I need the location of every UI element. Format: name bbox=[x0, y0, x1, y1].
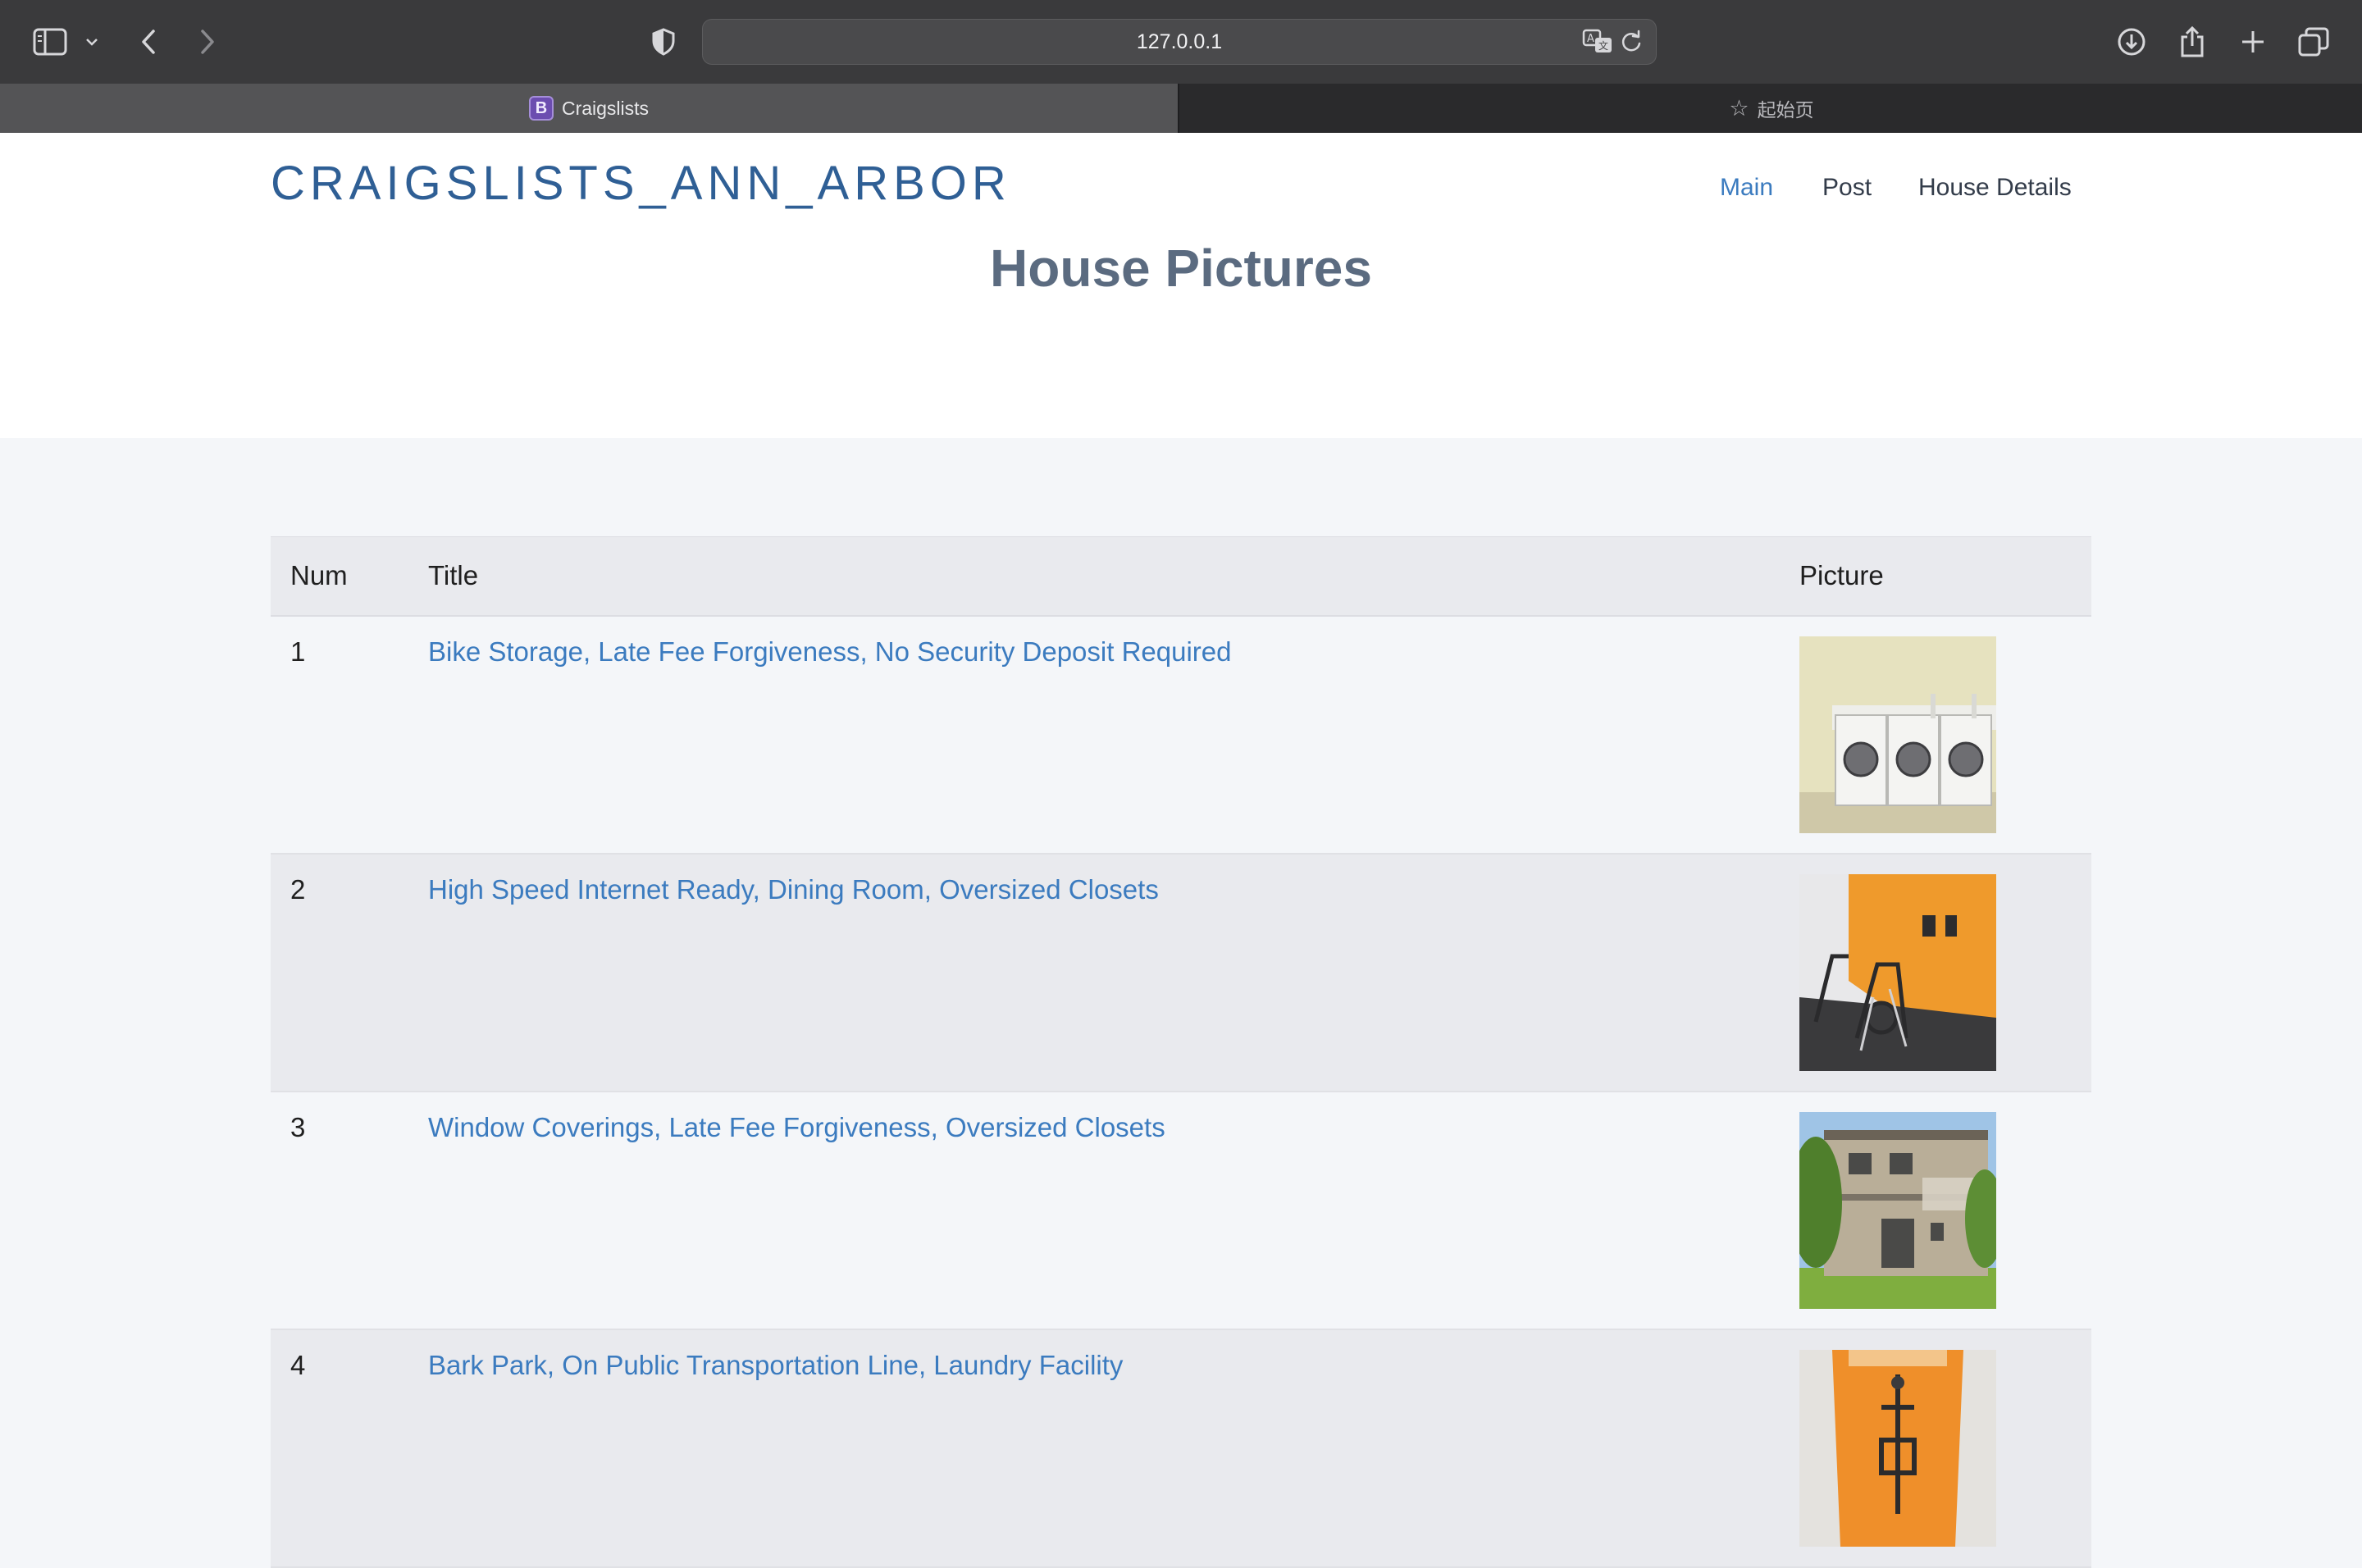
reload-icon[interactable] bbox=[1620, 30, 1644, 54]
table-row: 2 High Speed Internet Ready, Dining Room… bbox=[271, 853, 2091, 1092]
table-row: 4 Bark Park, On Public Transportation Li… bbox=[271, 1329, 2091, 1568]
row-title-cell: Bike Storage, Late Fee Forgiveness, No S… bbox=[408, 615, 1780, 855]
new-tab-plus-icon[interactable] bbox=[2232, 21, 2273, 62]
page-title: House Pictures bbox=[990, 239, 1372, 298]
row-num: 4 bbox=[271, 1329, 408, 1568]
privacy-shield-icon[interactable] bbox=[643, 21, 684, 62]
tab-craigslists[interactable]: B Craigslists bbox=[0, 84, 1179, 133]
star-icon: ☆ bbox=[1729, 95, 1749, 121]
nav-house-details[interactable]: House Details bbox=[1918, 174, 2072, 202]
listing-title-link[interactable]: Bike Storage, Late Fee Forgiveness, No S… bbox=[428, 636, 1232, 667]
row-num: 2 bbox=[271, 853, 408, 1092]
table-header-row: Num Title Picture bbox=[271, 536, 2091, 617]
svg-text:A: A bbox=[1587, 33, 1594, 45]
fitness-room-photo[interactable] bbox=[1799, 873, 1996, 1071]
row-picture-cell bbox=[1780, 853, 2091, 1092]
row-title-cell: Window Coverings, Late Fee Forgiveness, … bbox=[408, 1091, 1780, 1330]
translate-icon[interactable]: A文 bbox=[1582, 28, 1615, 57]
laundry-room-photo[interactable] bbox=[1799, 636, 1996, 833]
download-icon[interactable] bbox=[2111, 21, 2152, 62]
column-header-picture: Picture bbox=[1780, 536, 2091, 617]
url-text: 127.0.0.1 bbox=[1136, 30, 1223, 53]
row-picture-cell bbox=[1780, 1329, 2091, 1568]
forward-arrow-icon[interactable] bbox=[187, 21, 228, 62]
table-row: 1 Bike Storage, Late Fee Forgiveness, No… bbox=[271, 615, 2091, 855]
page-content: CRAIGSLISTS_ANN_ARBOR Main Post House De… bbox=[0, 133, 2362, 1568]
tab-start-page[interactable]: ☆ 起始页 bbox=[1181, 84, 2362, 133]
row-title-cell: Bark Park, On Public Transportation Line… bbox=[408, 1329, 1780, 1568]
row-picture-cell bbox=[1780, 1091, 2091, 1330]
listing-title-link[interactable]: Bark Park, On Public Transportation Line… bbox=[428, 1350, 1123, 1380]
nav-post[interactable]: Post bbox=[1822, 174, 1872, 202]
row-picture-cell bbox=[1780, 615, 2091, 855]
row-title-cell: High Speed Internet Ready, Dining Room, … bbox=[408, 853, 1780, 1092]
tab-label: Craigslists bbox=[561, 97, 650, 119]
column-header-title: Title bbox=[408, 536, 1780, 617]
site-brand-link[interactable]: CRAIGSLISTS_ANN_ARBOR bbox=[271, 156, 1011, 211]
listing-title-link[interactable]: High Speed Internet Ready, Dining Room, … bbox=[428, 874, 1159, 905]
site-header: CRAIGSLISTS_ANN_ARBOR Main Post House De… bbox=[0, 133, 2362, 438]
row-num: 3 bbox=[271, 1091, 408, 1330]
share-icon[interactable] bbox=[2172, 21, 2213, 62]
column-header-num: Num bbox=[271, 536, 408, 617]
svg-text:文: 文 bbox=[1598, 39, 1608, 52]
browser-toolbar: 127.0.0.1 A文 bbox=[0, 0, 2362, 84]
sidebar-toggle-icon[interactable] bbox=[30, 21, 71, 62]
bootstrap-favicon-icon: B bbox=[528, 96, 554, 121]
row-num: 1 bbox=[271, 615, 408, 855]
back-arrow-icon[interactable] bbox=[128, 21, 169, 62]
tab-bar: B Craigslists ☆ 起始页 bbox=[0, 84, 2362, 133]
building-exterior-photo[interactable] bbox=[1799, 1111, 1996, 1309]
address-bar[interactable]: 127.0.0.1 A文 bbox=[702, 19, 1657, 65]
tab-label: 起始页 bbox=[1757, 99, 1814, 121]
table-row: 3 Window Coverings, Late Fee Forgiveness… bbox=[271, 1091, 2091, 1330]
tab-overview-icon[interactable] bbox=[2293, 21, 2334, 62]
listing-title-link[interactable]: Window Coverings, Late Fee Forgiveness, … bbox=[428, 1112, 1165, 1142]
house-pictures-table: Num Title Picture 1 Bike Storage, Late F… bbox=[271, 536, 2091, 1568]
nav-main[interactable]: Main bbox=[1720, 174, 1773, 202]
chevron-down-icon[interactable] bbox=[75, 21, 108, 62]
gym-machine-photo[interactable] bbox=[1799, 1349, 1996, 1547]
